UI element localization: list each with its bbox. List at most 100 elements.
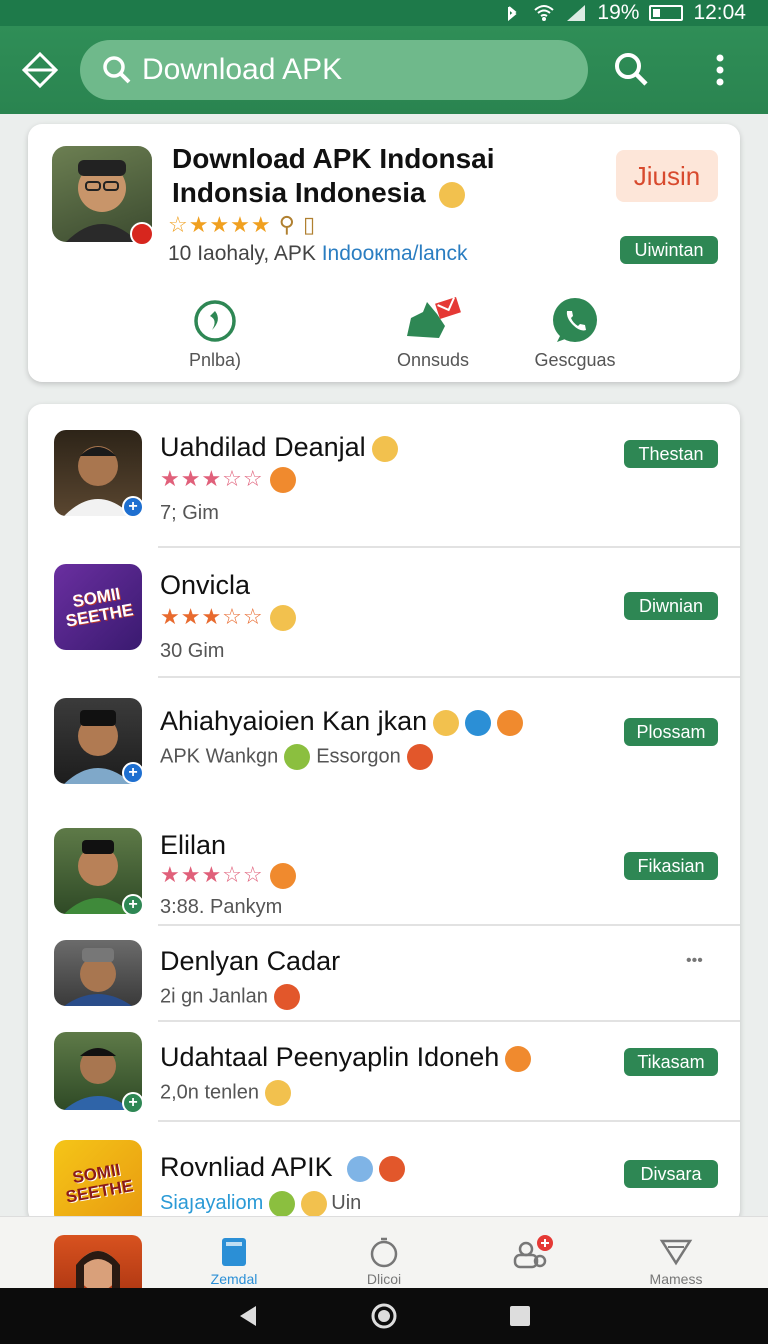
game-logo-text: SOMII SEETHE <box>64 1160 135 1207</box>
add-icon[interactable]: + <box>122 1092 144 1114</box>
action-label: Pnlba) <box>188 350 242 370</box>
emoji-icon <box>505 1045 532 1072</box>
search-input[interactable]: Download APK <box>80 40 588 100</box>
app-subtitle: 7; Gim <box>160 502 219 524</box>
app-name: Elilan <box>160 830 227 860</box>
leaf-circle-icon <box>194 300 236 342</box>
add-icon[interactable]: + <box>122 894 144 916</box>
app-name: Ahiahyaioien Kan jkan <box>160 706 524 737</box>
add-icon[interactable]: + <box>122 496 144 518</box>
emoji-icon <box>273 984 300 1010</box>
app-subtitle: 30 Gim <box>160 640 225 662</box>
phone-chat-icon <box>553 298 597 342</box>
bluetooth-icon <box>508 6 517 22</box>
app-tag[interactable]: Fikasian <box>624 852 718 880</box>
app-subtitle: 3:88. Pankym <box>160 896 283 918</box>
bottom-navigation: Zemdal Dlicoi Mamess <box>0 1216 768 1289</box>
battery-icon <box>649 5 684 21</box>
more-horiz-icon[interactable]: ••• <box>686 952 703 970</box>
app-rating: ★★★☆☆ <box>160 862 296 890</box>
wifi-icon <box>534 5 555 21</box>
install-button[interactable]: Jiusin <box>616 150 718 202</box>
action-label: Onnsuds <box>396 350 470 370</box>
emoji-icon <box>497 709 524 736</box>
tool-icons: ⚲ ▯ <box>278 212 317 237</box>
nav-item-mamess[interactable]: Mamess <box>616 1217 736 1289</box>
app-name: Udahtaal Peenyaplin Idoneh <box>160 1042 532 1073</box>
emoji-icon <box>269 863 296 890</box>
featured-tag[interactable]: Uiwintan <box>620 236 718 264</box>
emoji-icon <box>465 709 492 736</box>
featured-meta: 10 Iaohaly, APK Indooкma/lanck <box>168 242 468 265</box>
list-item[interactable]: SOMII SEETHE Rovnliad APIK Siaյayaliom Ui… <box>28 1122 740 1224</box>
game-logo-thumbnail: SOMII SEETHE <box>54 1140 142 1224</box>
search-icon <box>103 56 131 84</box>
app-tag[interactable]: Plossam <box>624 718 718 746</box>
app-name: Uahdilad Deanjal <box>160 432 398 463</box>
emoji-icon <box>378 1155 405 1182</box>
emoji-icon <box>371 435 398 462</box>
app-name: Onvicla <box>160 570 251 600</box>
app-tag[interactable]: Tikasam <box>624 1048 718 1076</box>
emoji-icon <box>301 1190 328 1217</box>
filter-funnel-icon <box>659 1239 693 1266</box>
app-logo-icon[interactable] <box>20 50 60 90</box>
list-item[interactable]: + Uahdilad Deanjal ★★★☆☆ 7; Gim Thestan <box>28 404 740 548</box>
app-tag[interactable]: Diwnian <box>624 592 718 620</box>
app-subtitle: APK Wankgn Essorgon <box>160 744 433 770</box>
featured-link[interactable]: Indooкma/lanck <box>322 242 468 265</box>
app-subtitle: Siaյayaliom Uin <box>160 1190 361 1217</box>
search-text: Download APK <box>142 53 343 86</box>
profile-avatar[interactable] <box>54 1235 142 1289</box>
emoji-icon <box>284 744 311 770</box>
clock: 12:04 <box>693 1 746 24</box>
app-list: + Uahdilad Deanjal ★★★☆☆ 7; Gim Thestan … <box>28 404 740 1224</box>
list-item[interactable]: + Elilan ★★★☆☆ 3:88. Pankym Fikasian <box>28 810 740 926</box>
game-logo-text: SOMII SEETHE <box>64 584 135 631</box>
battery-percent: 19% <box>597 1 640 24</box>
app-thumbnail <box>54 940 142 1006</box>
action-onnsuds[interactable]: Onnsuds <box>368 296 498 371</box>
featured-app-title: Download APK Indonsai Indonsia Indonesia <box>172 143 495 208</box>
app-tag[interactable]: Thestan <box>624 440 718 468</box>
nav-item-notifications[interactable] <box>472 1217 592 1289</box>
nav-item-dlicoi[interactable]: Dlicoi <box>324 1217 444 1289</box>
people-notification-icon <box>513 1235 553 1269</box>
home-icon[interactable] <box>370 1302 398 1330</box>
featured-rating: ☆★★★★ ⚲ ▯ <box>168 212 317 237</box>
book-icon <box>222 1238 246 1266</box>
nav-label: Dlicoi <box>366 1271 402 1287</box>
list-item[interactable]: Denlyan Cadar 2i gn Janlan ••• <box>28 926 740 1022</box>
back-icon[interactable] <box>236 1304 260 1328</box>
status-bar: 19% 12:04 <box>0 0 768 26</box>
signal-icon <box>567 5 586 21</box>
app-name: Rovnliad APIK <box>160 1152 405 1183</box>
list-item[interactable]: + Udahtaal Peenyaplin Idoneh 2,0n tenlen… <box>28 1022 740 1122</box>
add-icon[interactable]: + <box>122 762 144 784</box>
emoji-icon <box>406 744 433 770</box>
featured-app-card[interactable]: Download APK Indonsai Indonsia Indonesia… <box>28 124 740 382</box>
nav-label: Zemdal <box>210 1271 258 1287</box>
emoji-icon <box>269 605 296 632</box>
nav-item-zemdal[interactable]: Zemdal <box>174 1217 294 1289</box>
list-item[interactable]: + Ahiahyaioien Kan jkan APK Wankgn Essorg… <box>28 678 740 810</box>
map-mail-icon <box>407 296 461 338</box>
list-item[interactable]: SOMII SEETHE Onvicla ★★★☆☆ 30 Gim Diwnia… <box>28 548 740 678</box>
action-pnlba[interactable]: Pnlba) <box>150 296 280 371</box>
game-logo-thumbnail: SOMII SEETHE <box>54 564 142 650</box>
app-tag[interactable]: Divsara <box>624 1160 718 1188</box>
face-emoji-icon <box>439 181 466 208</box>
app-name: Denlyan Cadar <box>160 946 341 976</box>
action-label: Gescguas <box>534 350 616 370</box>
recent-apps-icon[interactable] <box>508 1304 532 1328</box>
app-rating: ★★★☆☆ <box>160 466 296 494</box>
app-subtitle: 2i gn Janlan <box>160 984 300 1010</box>
search-button-icon[interactable] <box>612 50 652 90</box>
app-rating: ★★★☆☆ <box>160 604 296 632</box>
featured-badge-icon <box>130 222 154 246</box>
action-gescguas[interactable]: Gescguas <box>510 296 640 371</box>
app-bar: Download APK <box>0 26 768 114</box>
emoji-icon <box>433 709 460 736</box>
app-subtitle: 2,0n tenlen <box>160 1080 291 1106</box>
more-vert-icon[interactable] <box>706 50 734 90</box>
